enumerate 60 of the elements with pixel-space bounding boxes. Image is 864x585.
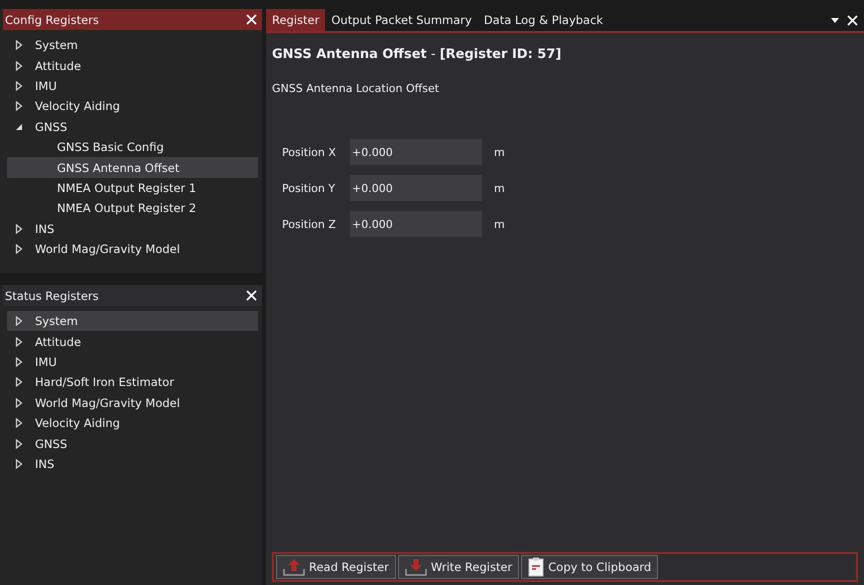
tree-item[interactable]: System <box>7 311 258 332</box>
tree-item[interactable]: INS <box>7 454 258 474</box>
tree-item[interactable]: INS <box>7 218 258 239</box>
close-icon[interactable] <box>847 14 858 26</box>
tree-item[interactable]: Hard/Soft Iron Estimator <box>7 372 258 393</box>
expand-icon[interactable] <box>15 336 23 347</box>
expand-icon[interactable] <box>15 438 23 449</box>
dropdown-icon[interactable] <box>831 18 839 22</box>
expand-icon[interactable] <box>15 244 23 254</box>
tree-item[interactable]: GNSS <box>7 433 258 454</box>
tab[interactable]: Data Log & Playback <box>478 9 610 31</box>
expand-icon[interactable] <box>15 60 23 71</box>
tree-item[interactable]: System <box>7 35 258 56</box>
register-description: GNSS Antenna Location Offset <box>272 82 440 95</box>
toolbar-button[interactable]: Copy to Clipboard <box>521 555 658 579</box>
tree-item[interactable]: IMU <box>7 352 258 372</box>
expand-icon[interactable] <box>15 377 23 388</box>
unit-label: m <box>494 146 505 158</box>
input-field[interactable]: +0.000 <box>350 211 482 237</box>
unit-label: m <box>494 182 505 194</box>
input-field[interactable]: +0.000 <box>350 175 482 201</box>
tree-item[interactable]: GNSS Antenna Offset <box>7 157 258 178</box>
collapse-icon[interactable] <box>15 122 23 131</box>
expand-icon[interactable] <box>15 316 23 326</box>
tree-item[interactable]: Velocity Aiding <box>7 96 258 117</box>
clipboard-icon <box>528 557 544 577</box>
expand-icon[interactable] <box>15 101 23 112</box>
expand-icon[interactable] <box>15 458 23 469</box>
expand-icon[interactable] <box>15 80 23 91</box>
tree-item[interactable]: NMEA Output Register 1 <box>7 178 258 198</box>
tab[interactable]: Register <box>266 9 326 31</box>
close-icon[interactable] <box>246 290 257 301</box>
tree-item[interactable]: Attitude <box>7 331 258 352</box>
download-icon <box>404 558 427 576</box>
upload-icon <box>283 558 305 576</box>
expand-icon[interactable] <box>15 224 23 234</box>
expand-icon[interactable] <box>15 398 23 408</box>
tree-item[interactable]: GNSS Basic Config <box>7 136 258 158</box>
input-field[interactable]: +0.000 <box>350 139 482 165</box>
tree-item[interactable]: GNSS <box>7 116 258 137</box>
expand-icon[interactable] <box>15 418 23 428</box>
tree-item[interactable]: World Mag/Gravity Model <box>7 392 258 413</box>
unit-label: m <box>494 218 505 230</box>
field-label: Position X <box>282 146 337 158</box>
tab[interactable]: Output Packet Summary <box>325 9 478 31</box>
tree-item[interactable]: Velocity Aiding <box>7 412 258 434</box>
field-label: Position Y <box>282 182 336 194</box>
register-heading: GNSS Antenna Offset - [Register ID: 57] <box>272 47 562 62</box>
panel-title: Config Registers <box>5 12 99 26</box>
tree-item[interactable]: IMU <box>7 76 258 96</box>
toolbar-button[interactable]: Read Register <box>276 555 396 579</box>
field-label: Position Z <box>282 218 337 230</box>
tree-item[interactable]: Attitude <box>7 55 258 76</box>
expand-icon[interactable] <box>15 356 23 367</box>
expand-icon[interactable] <box>15 40 23 50</box>
tree-item[interactable]: World Mag/Gravity Model <box>7 238 258 260</box>
tree-item[interactable]: NMEA Output Register 2 <box>7 198 258 219</box>
close-icon[interactable] <box>246 14 257 25</box>
toolbar-button[interactable]: Write Register <box>398 555 520 579</box>
panel-title: Status Registers <box>5 288 99 302</box>
